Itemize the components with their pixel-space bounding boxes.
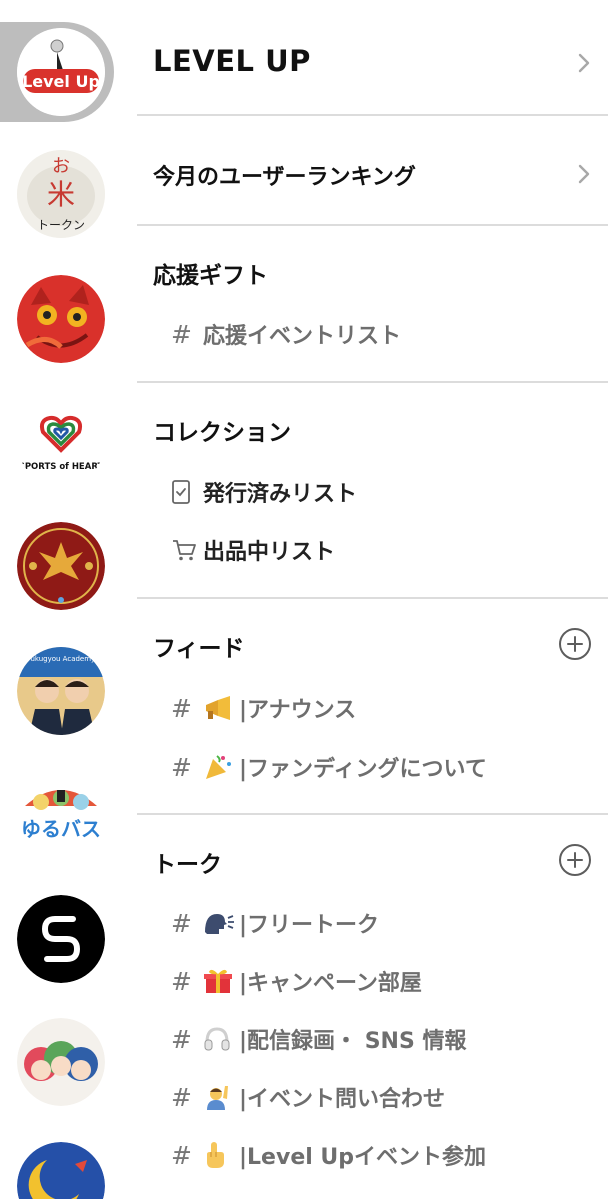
hash-icon: # (171, 908, 192, 938)
level-up-logo-icon: Level Up (17, 28, 105, 116)
divider (137, 597, 608, 599)
server-rocket[interactable] (17, 1142, 105, 1199)
server-phoenix[interactable] (17, 522, 105, 610)
hash-icon: # (171, 1082, 192, 1112)
section-title-feed: フィード (153, 636, 245, 662)
server-rail: Level Up お 米 トークン SPORTS of HEART Fukugy… (0, 0, 137, 1199)
headphones-icon (203, 1026, 239, 1052)
add-feed-channel-icon[interactable] (559, 628, 591, 660)
svg-text:Fukugyou Academy: Fukugyou Academy (27, 655, 95, 663)
rice-bowl-icon: お 米 トークン (17, 150, 105, 238)
s-logo-icon (17, 895, 105, 983)
hash-icon: # (171, 1024, 192, 1054)
server-s-logo[interactable] (17, 895, 105, 983)
collection-listing[interactable]: 出品中リスト (171, 533, 335, 567)
collection-issued-list[interactable]: 発行済みリスト (171, 475, 357, 509)
server-red-cat[interactable] (17, 275, 105, 363)
server-anime-girls[interactable] (17, 1018, 105, 1106)
divider (137, 114, 608, 116)
server-fukugyou-academy[interactable]: Fukugyou Academy (17, 647, 105, 735)
party-popper-icon (203, 753, 239, 781)
ranking-link[interactable]: 今月のユーザーランキング (153, 159, 416, 191)
hash-icon: # (171, 966, 192, 996)
svg-text:お: お (52, 156, 70, 177)
moon-rocket-icon (17, 1142, 105, 1199)
server-sports-of-heart[interactable]: SPORTS of HEART (17, 398, 105, 486)
svg-text:トークン: トークン (37, 218, 85, 232)
academy-hosts-icon: Fukugyou Academy (17, 647, 105, 735)
hash-icon: # (171, 752, 192, 782)
yurutai-logo-icon: ゆるバス (17, 770, 105, 858)
hash-icon: # (171, 693, 192, 723)
channel-gift-event-list[interactable]: # 応援イベントリスト (171, 317, 401, 351)
hash-icon: # (171, 1140, 192, 1170)
server-yurutai[interactable]: ゆるバス (17, 770, 105, 858)
channel-funding[interactable]: # |ファンディングについて (171, 750, 487, 784)
red-cat-icon (17, 275, 105, 363)
gift-icon (203, 967, 239, 995)
cart-icon (171, 538, 203, 562)
channel-panel: LEVEL UP 今月のユーザーランキング 応援ギフト # 応援イベントリスト … (137, 0, 613, 1199)
channel-announce[interactable]: # |アナウンス (171, 691, 356, 725)
channel-free-talk[interactable]: # |フリートーク (171, 906, 379, 940)
channel-event-inquiry[interactable]: # |イベント問い合わせ (171, 1080, 445, 1114)
svg-text:ゆるバス: ゆるバス (21, 817, 101, 841)
hash-icon: # (171, 319, 192, 349)
channel-campaign[interactable]: # |キャンペーン部屋 (171, 964, 422, 998)
phoenix-emblem-icon (17, 522, 105, 610)
channel-broadcast-sns[interactable]: # |配信録画・ SNS 情報 (171, 1022, 466, 1056)
svg-text:SPORTS of HEART: SPORTS of HEART (19, 462, 104, 472)
chevron-right-icon[interactable] (577, 163, 591, 185)
index-pointing-up-icon (203, 1140, 239, 1170)
channel-levelup-event-join[interactable]: # |Level Upイベント参加 (171, 1138, 486, 1172)
chevron-right-icon[interactable] (577, 52, 591, 74)
document-check-icon (171, 479, 203, 505)
divider (137, 381, 608, 383)
person-raising-hand-icon (203, 1083, 239, 1111)
server-level-up[interactable]: Level Up (17, 28, 105, 116)
megaphone-icon (203, 695, 239, 721)
section-title-gift: 応援ギフト (153, 263, 268, 289)
divider (137, 813, 608, 815)
svg-text:米: 米 (47, 178, 75, 211)
heart-logo-icon: SPORTS of HEART (17, 398, 105, 486)
anime-girls-icon (17, 1018, 105, 1106)
speaking-head-icon (203, 910, 239, 936)
svg-text:Level Up: Level Up (22, 72, 100, 91)
divider (137, 224, 608, 226)
section-title-collection: コレクション (153, 420, 291, 446)
server-title[interactable]: LEVEL UP (153, 44, 311, 78)
add-talk-channel-icon[interactable] (559, 844, 591, 876)
section-title-talk: トーク (153, 852, 222, 878)
server-okome-token[interactable]: お 米 トークン (17, 150, 105, 238)
